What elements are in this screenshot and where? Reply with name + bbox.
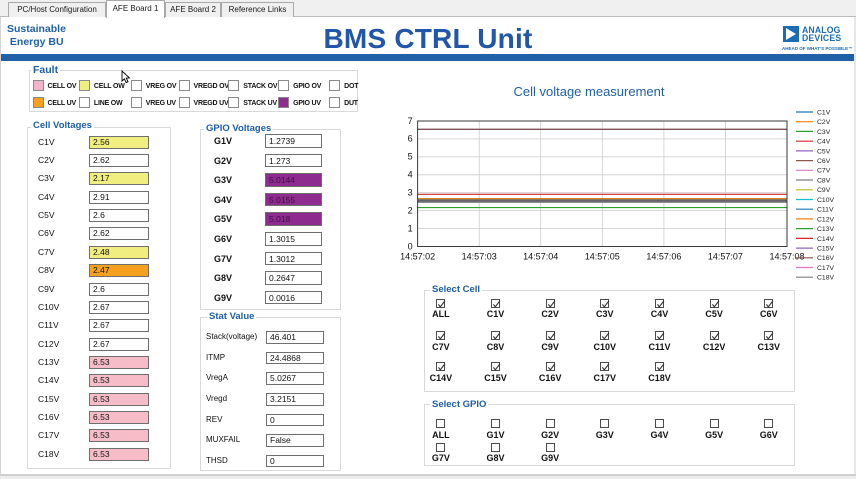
svg-text:14:57:04: 14:57:04 <box>523 252 558 262</box>
svg-text:C12V: C12V <box>817 216 834 223</box>
svg-text:C17V: C17V <box>817 265 834 272</box>
svg-text:C2V: C2V <box>817 119 831 126</box>
svg-text:C16V: C16V <box>817 255 834 262</box>
svg-text:14:57:07: 14:57:07 <box>708 252 743 262</box>
svg-text:C10V: C10V <box>817 197 834 204</box>
svg-text:C11V: C11V <box>817 207 834 214</box>
svg-text:4: 4 <box>408 170 413 180</box>
svg-text:C5V: C5V <box>817 148 831 155</box>
svg-text:7: 7 <box>408 116 413 126</box>
svg-text:C8V: C8V <box>817 177 831 184</box>
svg-text:C14V: C14V <box>817 236 834 243</box>
svg-text:1: 1 <box>408 223 413 233</box>
svg-text:0: 0 <box>408 241 413 251</box>
svg-text:5: 5 <box>408 152 413 162</box>
svg-text:C6V: C6V <box>817 158 831 165</box>
svg-text:C18V: C18V <box>817 275 834 282</box>
svg-text:14:57:06: 14:57:06 <box>646 252 681 262</box>
svg-text:C4V: C4V <box>817 139 831 146</box>
svg-text:3: 3 <box>408 188 413 198</box>
svg-text:C3V: C3V <box>817 129 831 136</box>
svg-text:14:57:03: 14:57:03 <box>462 252 497 262</box>
svg-text:6: 6 <box>408 134 413 144</box>
svg-text:14:57:02: 14:57:02 <box>400 252 435 262</box>
svg-text:2: 2 <box>408 205 413 215</box>
svg-text:C13V: C13V <box>817 226 834 233</box>
svg-text:14:57:05: 14:57:05 <box>585 252 620 262</box>
svg-text:C9V: C9V <box>817 187 831 194</box>
svg-text:C1V: C1V <box>817 109 831 116</box>
svg-text:C7V: C7V <box>817 168 831 175</box>
svg-text:C15V: C15V <box>817 246 834 253</box>
